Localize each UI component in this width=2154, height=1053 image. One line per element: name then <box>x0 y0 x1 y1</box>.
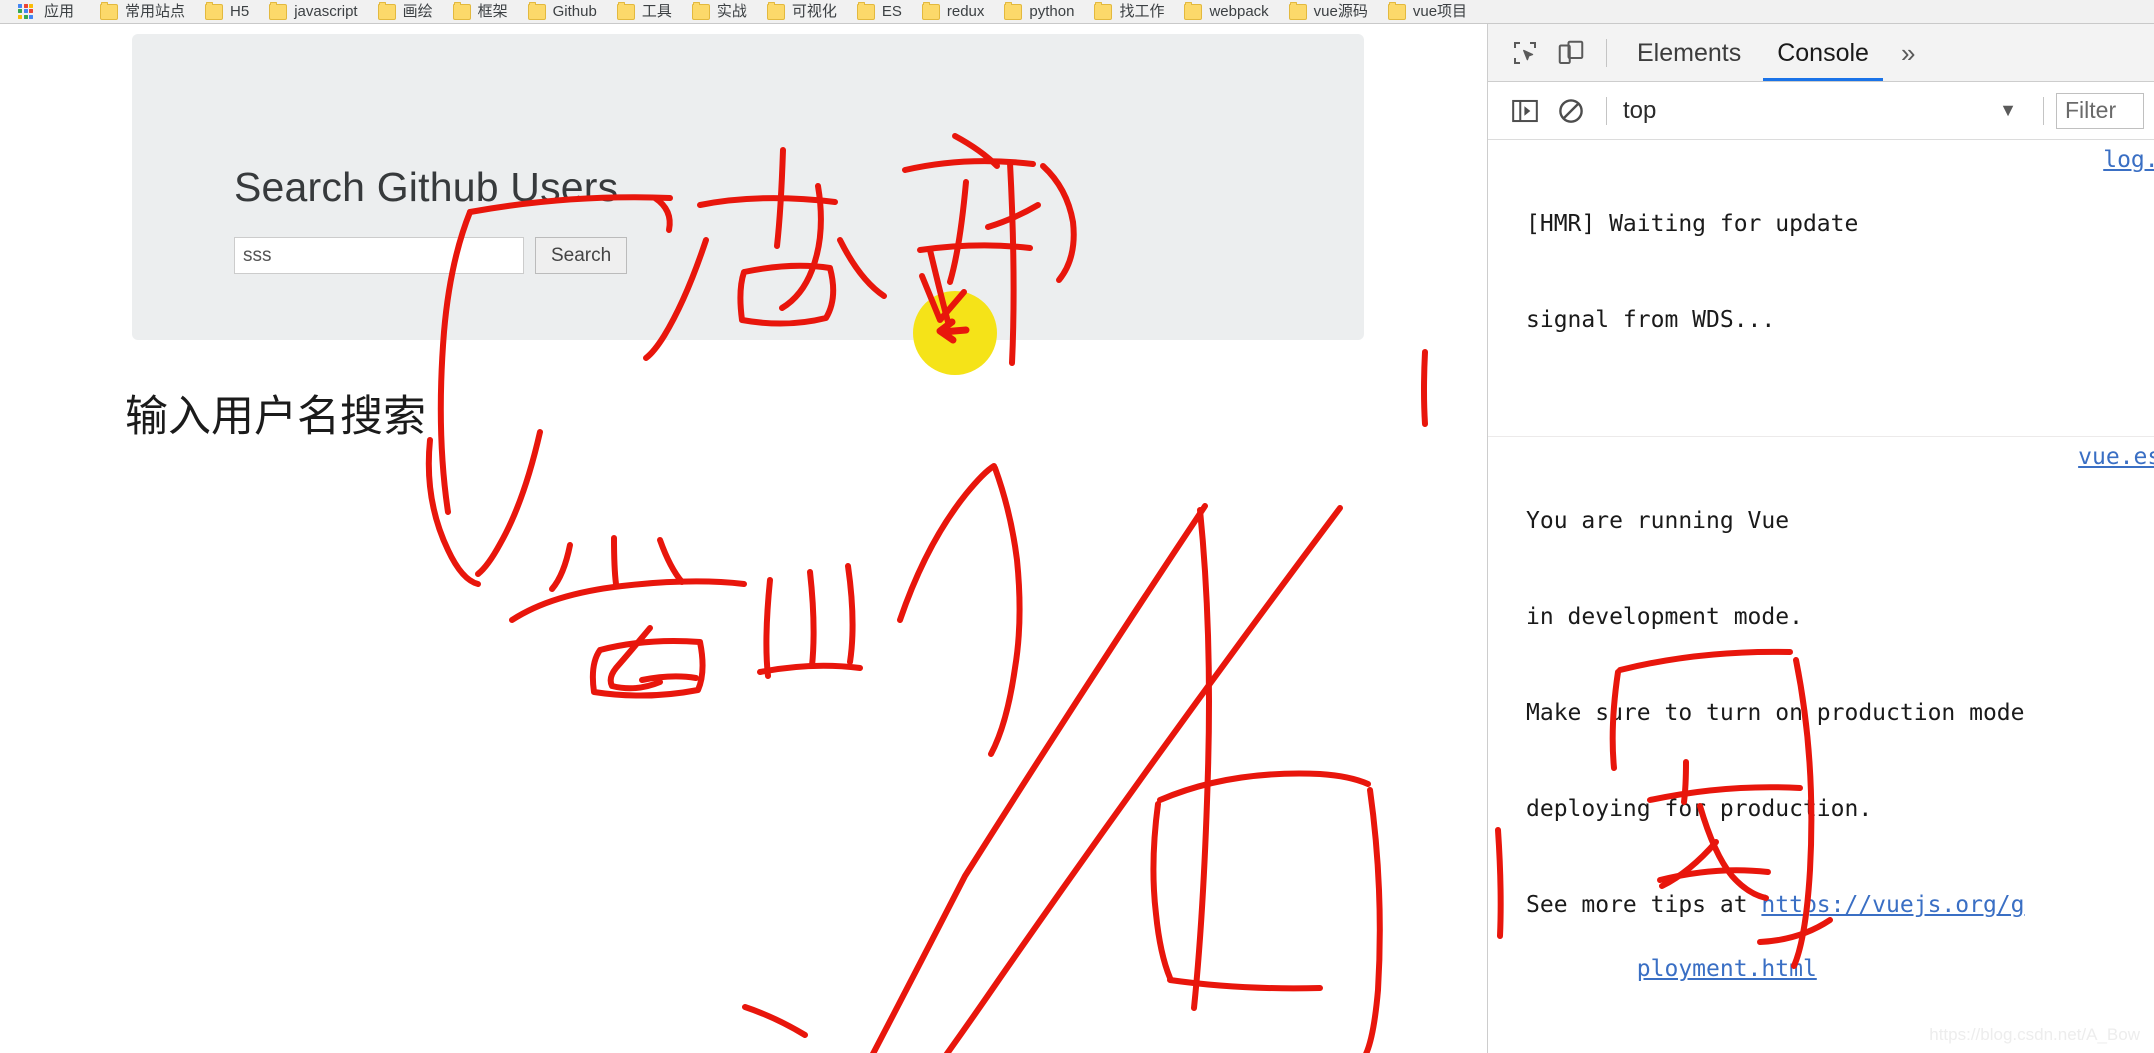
folder-icon <box>616 1 635 20</box>
console-message-line: signal from WDS... <box>1526 307 1776 333</box>
bookmark-item[interactable]: 工具 <box>616 1 672 20</box>
bookmark-label: 实战 <box>716 3 747 20</box>
bookmark-label: vue项目 <box>1412 3 1468 20</box>
console-message-list: [HMR] Waiting for update signal from WDS… <box>1488 140 2154 1053</box>
folder-icon <box>1004 1 1023 20</box>
search-button[interactable]: Search <box>535 237 628 274</box>
bookmark-item[interactable]: webpack <box>1184 1 1269 20</box>
apps-grid-icon[interactable] <box>18 3 35 20</box>
bookmark-label: 工具 <box>641 3 672 20</box>
console-message-line: [HMR] Waiting for update <box>1526 211 1859 237</box>
bookmark-item[interactable]: python <box>1004 1 1075 20</box>
clear-console-icon[interactable] <box>1548 90 1594 132</box>
folder-icon <box>766 1 785 20</box>
folder-icon <box>452 1 471 20</box>
search-hint-text: 输入用户名搜索 <box>125 392 426 442</box>
bookmark-label: 画绘 <box>402 3 433 20</box>
bookmark-item[interactable]: vue源码 <box>1288 1 1368 20</box>
bookmark-label: redux <box>946 3 985 20</box>
console-source-link[interactable]: vue.esm.js?efe <box>2078 441 2154 473</box>
console-message-text: See more tips at <box>1526 892 1762 918</box>
folder-icon <box>921 1 940 20</box>
folder-icon <box>1288 1 1307 20</box>
folder-icon <box>1094 1 1113 20</box>
devtools-toolbar: Elements Console » <box>1488 24 2154 82</box>
console-filter-bar: top ▼ Filter <box>1488 82 2154 140</box>
bookmark-label: 应用 <box>44 3 75 20</box>
bookmark-label: webpack <box>1209 3 1269 20</box>
bookmark-label: vue源码 <box>1313 3 1368 20</box>
bookmark-label: Github <box>552 3 597 20</box>
watermark: https://blog.csdn.net/A_Bow <box>1929 1025 2140 1044</box>
bookmark-item[interactable]: 常用站点 <box>100 1 186 20</box>
page-viewport: Search Github Users Search 输入用户名搜索 <box>0 24 1487 1053</box>
filterbar-divider <box>1606 96 1607 125</box>
vue-deployment-link-cont[interactable]: ployment.html <box>1637 953 1817 985</box>
inspect-element-icon[interactable] <box>1502 32 1548 74</box>
bookmark-label: 常用站点 <box>125 3 186 20</box>
console-message-line: deploying for production. <box>1526 796 1873 822</box>
folder-icon <box>269 1 288 20</box>
tab-elements[interactable]: Elements <box>1619 25 1759 81</box>
console-message-line: Make sure to turn on production mode <box>1526 700 2025 726</box>
search-input[interactable] <box>234 237 524 274</box>
bookmarks-bar: 应用 常用站点 H5 javascript 画绘 框架 Github 工具 实战… <box>0 0 2154 24</box>
tab-console[interactable]: Console <box>1759 25 1887 81</box>
console-message-line: in development mode. <box>1526 604 1803 630</box>
bookmark-apps[interactable]: 应用 <box>44 4 74 19</box>
bookmark-label: H5 <box>230 3 250 20</box>
folder-icon <box>1387 1 1406 20</box>
bookmark-item[interactable]: 画绘 <box>377 1 433 20</box>
console-message[interactable]: [HMR] Waiting for update signal from WDS… <box>1488 140 2154 437</box>
folder-icon <box>377 1 396 20</box>
page-gutter <box>0 24 38 1053</box>
vue-deployment-link[interactable]: https://vuejs.org/g <box>1761 892 2024 918</box>
execution-context-label: top <box>1623 96 1657 124</box>
page-title: Search Github Users <box>234 164 619 210</box>
folder-icon <box>1184 1 1203 20</box>
jumbotron-panel: Search Github Users Search <box>132 34 1364 340</box>
console-sidebar-icon[interactable] <box>1502 90 1548 132</box>
bookmark-label: python <box>1029 3 1075 20</box>
bookmark-item[interactable]: 实战 <box>691 1 747 20</box>
console-message-line-with-link: See more tips at https://vuejs.org/g <box>1526 889 2154 921</box>
chevron-down-icon: ▼ <box>1999 100 2017 120</box>
folder-icon <box>856 1 875 20</box>
bookmark-label: 框架 <box>477 3 508 20</box>
folder-icon <box>100 1 119 20</box>
folder-icon <box>205 1 224 20</box>
bookmark-item[interactable]: javascript <box>269 1 358 20</box>
bookmark-item[interactable]: redux <box>921 1 985 20</box>
bookmark-item[interactable]: ES <box>856 1 902 20</box>
device-toolbar-icon[interactable] <box>1548 32 1594 74</box>
devtools-panel: Elements Console » top ▼ Filter [HMR] Wa… <box>1487 24 2154 1053</box>
console-message-line: You are running Vue <box>1526 508 1790 534</box>
bookmark-item[interactable]: Github <box>527 1 597 20</box>
bookmark-item[interactable]: vue项目 <box>1387 1 1468 20</box>
toolbar-divider <box>1606 38 1607 67</box>
folder-icon <box>691 1 710 20</box>
bookmark-item[interactable]: 找工作 <box>1094 1 1165 20</box>
execution-context-select[interactable]: top ▼ <box>1623 97 2031 125</box>
bookmark-label: javascript <box>294 3 358 20</box>
browser-window: 应用 常用站点 H5 javascript 画绘 框架 Github 工具 实战… <box>0 0 2154 1053</box>
console-message[interactable]: You are running Vue in development mode.… <box>1488 437 2154 1053</box>
bookmark-label: ES <box>881 3 902 20</box>
filterbar-divider-2 <box>2043 96 2044 125</box>
bookmark-item[interactable]: H5 <box>205 1 250 20</box>
more-tabs-icon[interactable]: » <box>1887 25 1929 81</box>
filter-input[interactable]: Filter <box>2056 92 2144 129</box>
folder-icon <box>527 1 546 20</box>
bookmark-item[interactable]: 可视化 <box>766 1 837 20</box>
bookmark-item[interactable]: 框架 <box>452 1 508 20</box>
bookmark-label: 可视化 <box>791 3 837 20</box>
console-source-link[interactable]: log.js?4 <box>2103 144 2154 176</box>
filter-placeholder: Filter <box>2065 97 2117 123</box>
bookmark-label: 找工作 <box>1119 3 1165 20</box>
